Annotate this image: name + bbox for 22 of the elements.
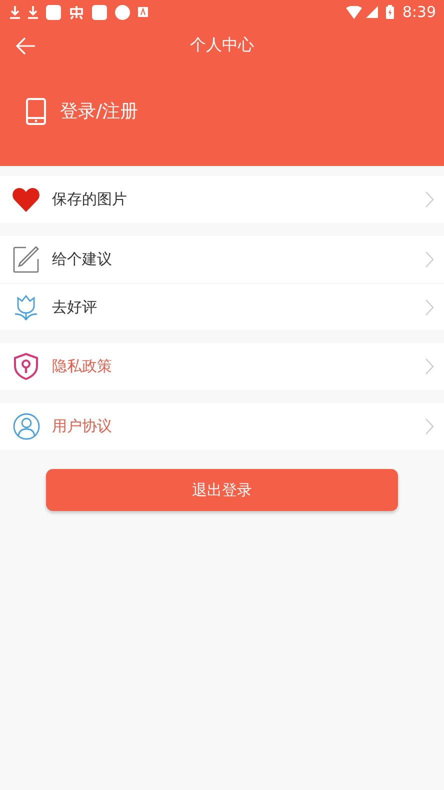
phone-icon	[26, 98, 46, 125]
chevron-icon	[425, 191, 434, 208]
logout-button[interactable]: 退出登录	[46, 469, 398, 511]
chevron-icon	[425, 251, 434, 268]
edit-icon	[13, 246, 39, 273]
battery-icon	[386, 5, 394, 19]
heart-icon	[12, 186, 40, 212]
download-icon	[28, 6, 38, 18]
clock: 8:39	[402, 2, 436, 23]
login-register-link[interactable]: 登录/注册	[60, 98, 138, 125]
tulip-icon	[13, 294, 39, 320]
chevron-icon	[425, 418, 434, 435]
page-title: 个人中心	[190, 34, 254, 56]
chevron-icon	[425, 358, 434, 375]
signal-icon	[366, 6, 378, 18]
download-icon	[10, 6, 20, 18]
bug-icon	[69, 4, 84, 20]
user-icon	[12, 413, 40, 440]
wifi-icon	[346, 6, 362, 18]
shield-icon	[14, 353, 38, 380]
chevron-icon	[425, 298, 434, 316]
app-icon	[138, 7, 148, 17]
